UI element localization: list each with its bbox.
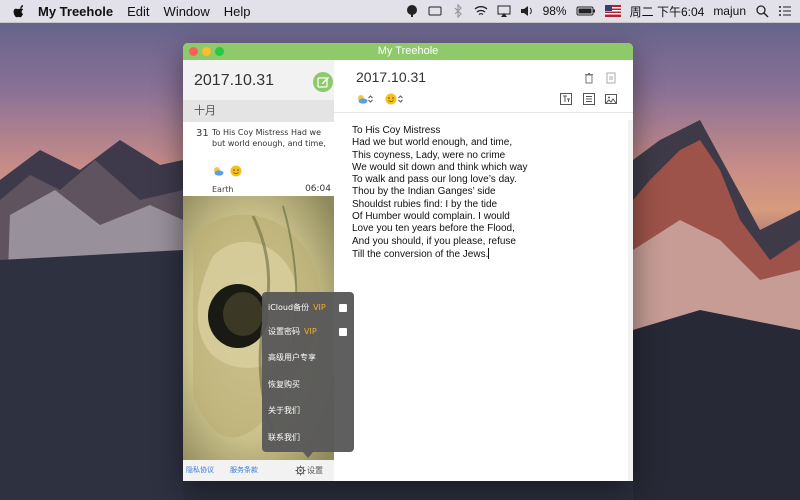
editor-line: Till the conversion of the Jews. (352, 248, 489, 260)
new-entry-button[interactable] (313, 72, 333, 92)
icloud-backup-label: iCloud备份 (268, 303, 310, 312)
us-flag-icon[interactable] (604, 4, 621, 18)
wifi-icon[interactable] (474, 4, 488, 18)
clock[interactable]: 周二 下午6:04 (630, 3, 705, 20)
mood-dropdown-chevron-icon[interactable] (397, 93, 404, 105)
user-name[interactable]: majun (713, 4, 746, 18)
editor-line: Thou by the Indian Ganges’ side (352, 186, 496, 198)
status-area: 98% 周二 下午6:04 majun (405, 0, 792, 22)
set-password-label: 设置密码 (268, 327, 300, 336)
privacy-policy-link[interactable]: 隐私协议 (186, 460, 214, 481)
close-button[interactable] (189, 47, 198, 56)
entry-day: 31 (196, 128, 209, 139)
airplay-icon[interactable] (497, 4, 511, 18)
month-header: 十月 (183, 100, 334, 122)
treehole-status-icon[interactable] (405, 4, 419, 18)
editor-pane: 2017.10.31 To His Coy Mistress Had we bu… (334, 60, 633, 481)
terms-of-service-link[interactable]: 服务条款 (230, 460, 258, 481)
editor-line: Of Humber would complain. I would (352, 211, 510, 223)
diary-text-editor[interactable]: To His Coy Mistress Had we but world eno… (352, 125, 622, 261)
entry-preview: To His Coy Mistress Had we but world eno… (212, 128, 326, 148)
entry-location: Earth (212, 185, 234, 194)
toolbar-divider (334, 112, 633, 113)
editor-scrollbar[interactable] (628, 120, 633, 481)
title-bar[interactable]: My Treehole (183, 43, 633, 60)
set-password-checkbox[interactable] (339, 328, 347, 336)
editor-line: Had we but world enough, and time, (352, 137, 513, 149)
export-icon[interactable] (605, 72, 617, 84)
compose-icon (317, 77, 329, 88)
editor-line: Shouldst rubies find: I by the tide (352, 198, 498, 210)
sidebar-footer: 隐私协议 服务条款 设置 (183, 460, 334, 481)
menu-window[interactable]: Window (164, 4, 210, 19)
zoom-button[interactable] (215, 47, 224, 56)
settings-popup-menu: iCloud备份 VIP 设置密码 VIP 高级用户专享 恢复购买 关于我们 联系我… (262, 292, 354, 452)
keyboard-icon[interactable] (428, 4, 442, 18)
entry-time: 06:04 (305, 184, 331, 194)
volume-icon[interactable] (520, 4, 534, 18)
editor-line: To His Coy Mistress (352, 125, 441, 136)
menu-item-set-password[interactable]: 设置密码 VIP (268, 325, 317, 339)
editor-line: This coyness, Lady, were no crime (352, 149, 506, 161)
diary-entry-item[interactable]: 31 To His Coy Mistress Had we but world … (183, 122, 334, 196)
apple-icon[interactable] (12, 3, 28, 19)
smiley-icon (230, 165, 242, 177)
text-format-icon[interactable] (560, 93, 572, 105)
sidebar-date: 2017.10.31 (194, 72, 275, 89)
app-window: My Treehole 2017.10.31 十月 31 To His Coy … (183, 43, 633, 481)
paragraph-icon[interactable] (583, 93, 595, 105)
menu-item-restore-purchase[interactable]: 恢复购买 (268, 378, 300, 392)
battery-percent: 98% (542, 4, 567, 18)
menu-item-contact-us[interactable]: 联系我们 (268, 431, 300, 445)
minimize-button[interactable] (202, 47, 211, 56)
menu-edit[interactable]: Edit (127, 4, 149, 19)
menu-item-premium[interactable]: 高级用户专享 (268, 351, 316, 365)
partly-cloudy-icon (214, 167, 224, 176)
battery-icon[interactable] (576, 4, 596, 18)
settings-label: 设置 (307, 466, 323, 475)
bluetooth-icon[interactable] (451, 4, 465, 18)
insert-image-icon[interactable] (605, 93, 617, 105)
mood-selector-icon[interactable] (385, 93, 397, 105)
menu-item-about-us[interactable]: 关于我们 (268, 404, 300, 418)
month-label: 十月 (194, 104, 216, 117)
editor-line: Love you ten years before the Flood, (352, 223, 515, 235)
entry-date: 2017.10.31 (356, 69, 427, 85)
icloud-backup-checkbox[interactable] (339, 304, 347, 312)
window-title: My Treehole (377, 45, 439, 57)
menu-bar: My Treehole Edit Window Help 98% 周二 下午6:… (0, 0, 800, 23)
notification-center-icon[interactable] (778, 4, 792, 18)
trash-icon[interactable] (583, 72, 595, 84)
weather-dropdown-chevron-icon[interactable] (367, 93, 374, 105)
vip-badge: VIP (304, 327, 317, 336)
popup-arrow (303, 452, 313, 458)
settings-button[interactable]: 设置 (295, 460, 323, 481)
menu-item-icloud-backup[interactable]: iCloud备份 VIP (268, 301, 326, 315)
editor-line: To walk and pass our long love’s day. (352, 174, 517, 186)
menu-app-name[interactable]: My Treehole (38, 4, 113, 19)
vip-badge: VIP (313, 303, 326, 312)
editor-line: And you should, if you please, refuse (352, 235, 516, 247)
menu-help[interactable]: Help (224, 4, 251, 19)
spotlight-search-icon[interactable] (755, 4, 769, 18)
gear-icon (295, 465, 306, 476)
editor-line: We would sit down and think which way (352, 161, 528, 173)
text-caret (488, 247, 490, 259)
